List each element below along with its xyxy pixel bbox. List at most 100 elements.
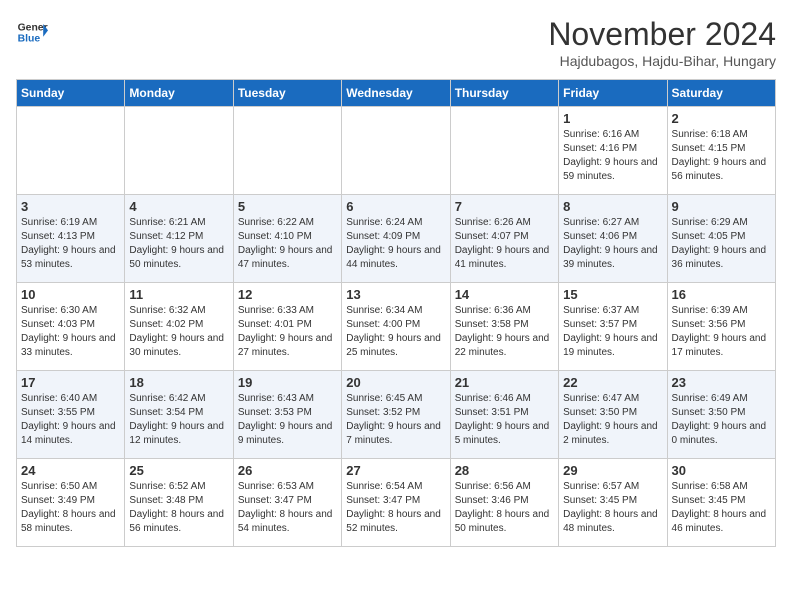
calendar-cell: 9 Sunrise: 6:29 AM Sunset: 4:05 PM Daylig… xyxy=(667,195,775,283)
calendar-cell: 12 Sunrise: 6:33 AM Sunset: 4:01 PM Dayli… xyxy=(233,283,341,371)
day-detail: Sunrise: 6:22 AM Sunset: 4:10 PM Dayligh… xyxy=(238,216,337,272)
day-number: 23 xyxy=(672,375,771,390)
calendar-cell: 1Sunrise: 6:16 AM Sunset: 4:16 PM Daylig… xyxy=(559,107,667,195)
calendar-cell: 6 Sunrise: 6:24 AM Sunset: 4:09 PM Daylig… xyxy=(342,195,450,283)
day-detail: Sunrise: 6:26 AM Sunset: 4:07 PM Dayligh… xyxy=(455,216,554,272)
calendar-week-4: 17 Sunrise: 6:40 AM Sunset: 3:55 PM Dayli… xyxy=(17,371,776,459)
calendar-cell: 29Sunrise: 6:57 AM Sunset: 3:45 PM Dayli… xyxy=(559,459,667,547)
weekday-header-sunday: Sunday xyxy=(17,80,125,107)
calendar-cell: 23 Sunrise: 6:49 AM Sunset: 3:50 PM Dayli… xyxy=(667,371,775,459)
weekday-header-saturday: Saturday xyxy=(667,80,775,107)
calendar-cell: 27 Sunrise: 6:54 AM Sunset: 3:47 PM Dayli… xyxy=(342,459,450,547)
weekday-header-row: SundayMondayTuesdayWednesdayThursdayFrid… xyxy=(17,80,776,107)
logo: General Blue xyxy=(16,16,48,48)
weekday-header-friday: Friday xyxy=(559,80,667,107)
day-number: 25 xyxy=(129,463,228,478)
day-detail: Sunrise: 6:16 AM Sunset: 4:16 PM Dayligh… xyxy=(563,128,662,184)
day-detail: Sunrise: 6:54 AM Sunset: 3:47 PM Dayligh… xyxy=(346,480,445,536)
day-detail: Sunrise: 6:57 AM Sunset: 3:45 PM Dayligh… xyxy=(563,480,662,536)
day-number: 7 xyxy=(455,199,554,214)
day-detail: Sunrise: 6:36 AM Sunset: 3:58 PM Dayligh… xyxy=(455,304,554,360)
calendar-cell xyxy=(342,107,450,195)
day-detail: Sunrise: 6:39 AM Sunset: 3:56 PM Dayligh… xyxy=(672,304,771,360)
calendar-cell: 24Sunrise: 6:50 AM Sunset: 3:49 PM Dayli… xyxy=(17,459,125,547)
day-detail: Sunrise: 6:40 AM Sunset: 3:55 PM Dayligh… xyxy=(21,392,120,448)
day-number: 6 xyxy=(346,199,445,214)
day-detail: Sunrise: 6:33 AM Sunset: 4:01 PM Dayligh… xyxy=(238,304,337,360)
day-number: 30 xyxy=(672,463,771,478)
calendar-cell: 21 Sunrise: 6:46 AM Sunset: 3:51 PM Dayli… xyxy=(450,371,558,459)
calendar-cell: 8Sunrise: 6:27 AM Sunset: 4:06 PM Daylig… xyxy=(559,195,667,283)
day-detail: Sunrise: 6:27 AM Sunset: 4:06 PM Dayligh… xyxy=(563,216,662,272)
calendar-cell: 13 Sunrise: 6:34 AM Sunset: 4:00 PM Dayli… xyxy=(342,283,450,371)
day-number: 21 xyxy=(455,375,554,390)
day-number: 2 xyxy=(672,111,771,126)
calendar-cell: 16Sunrise: 6:39 AM Sunset: 3:56 PM Dayli… xyxy=(667,283,775,371)
calendar-cell: 7 Sunrise: 6:26 AM Sunset: 4:07 PM Daylig… xyxy=(450,195,558,283)
calendar-cell: 25 Sunrise: 6:52 AM Sunset: 3:48 PM Dayli… xyxy=(125,459,233,547)
day-number: 27 xyxy=(346,463,445,478)
day-number: 9 xyxy=(672,199,771,214)
day-detail: Sunrise: 6:50 AM Sunset: 3:49 PM Dayligh… xyxy=(21,480,120,536)
day-number: 18 xyxy=(129,375,228,390)
day-number: 13 xyxy=(346,287,445,302)
calendar-cell xyxy=(233,107,341,195)
location-subtitle: Hajdubagos, Hajdu-Bihar, Hungary xyxy=(548,53,776,69)
day-detail: Sunrise: 6:18 AM Sunset: 4:15 PM Dayligh… xyxy=(672,128,771,184)
day-detail: Sunrise: 6:56 AM Sunset: 3:46 PM Dayligh… xyxy=(455,480,554,536)
calendar-cell: 2 Sunrise: 6:18 AM Sunset: 4:15 PM Daylig… xyxy=(667,107,775,195)
day-detail: Sunrise: 6:34 AM Sunset: 4:00 PM Dayligh… xyxy=(346,304,445,360)
day-detail: Sunrise: 6:42 AM Sunset: 3:54 PM Dayligh… xyxy=(129,392,228,448)
calendar-cell: 30 Sunrise: 6:58 AM Sunset: 3:45 PM Dayli… xyxy=(667,459,775,547)
calendar-cell: 11 Sunrise: 6:32 AM Sunset: 4:02 PM Dayli… xyxy=(125,283,233,371)
day-number: 12 xyxy=(238,287,337,302)
weekday-header-monday: Monday xyxy=(125,80,233,107)
day-number: 15 xyxy=(563,287,662,302)
day-number: 4 xyxy=(129,199,228,214)
day-detail: Sunrise: 6:37 AM Sunset: 3:57 PM Dayligh… xyxy=(563,304,662,360)
calendar-cell: 20 Sunrise: 6:45 AM Sunset: 3:52 PM Dayli… xyxy=(342,371,450,459)
day-detail: Sunrise: 6:29 AM Sunset: 4:05 PM Dayligh… xyxy=(672,216,771,272)
calendar-cell xyxy=(17,107,125,195)
day-number: 22 xyxy=(563,375,662,390)
day-number: 11 xyxy=(129,287,228,302)
day-detail: Sunrise: 6:24 AM Sunset: 4:09 PM Dayligh… xyxy=(346,216,445,272)
calendar-cell xyxy=(125,107,233,195)
day-detail: Sunrise: 6:53 AM Sunset: 3:47 PM Dayligh… xyxy=(238,480,337,536)
day-detail: Sunrise: 6:52 AM Sunset: 3:48 PM Dayligh… xyxy=(129,480,228,536)
day-detail: Sunrise: 6:32 AM Sunset: 4:02 PM Dayligh… xyxy=(129,304,228,360)
month-title: November 2024 xyxy=(548,16,776,53)
svg-text:Blue: Blue xyxy=(18,34,41,45)
day-detail: Sunrise: 6:47 AM Sunset: 3:50 PM Dayligh… xyxy=(563,392,662,448)
calendar-cell: 10 Sunrise: 6:30 AM Sunset: 4:03 PM Dayli… xyxy=(17,283,125,371)
day-detail: Sunrise: 6:49 AM Sunset: 3:50 PM Dayligh… xyxy=(672,392,771,448)
day-detail: Sunrise: 6:46 AM Sunset: 3:51 PM Dayligh… xyxy=(455,392,554,448)
day-detail: Sunrise: 6:43 AM Sunset: 3:53 PM Dayligh… xyxy=(238,392,337,448)
calendar-cell: 3Sunrise: 6:19 AM Sunset: 4:13 PM Daylig… xyxy=(17,195,125,283)
day-detail: Sunrise: 6:58 AM Sunset: 3:45 PM Dayligh… xyxy=(672,480,771,536)
calendar-cell: 22 Sunrise: 6:47 AM Sunset: 3:50 PM Dayli… xyxy=(559,371,667,459)
page-header: General Blue November 2024 Hajdubagos, H… xyxy=(16,16,776,69)
calendar-week-2: 3Sunrise: 6:19 AM Sunset: 4:13 PM Daylig… xyxy=(17,195,776,283)
day-detail: Sunrise: 6:30 AM Sunset: 4:03 PM Dayligh… xyxy=(21,304,120,360)
day-number: 28 xyxy=(455,463,554,478)
calendar-cell: 5Sunrise: 6:22 AM Sunset: 4:10 PM Daylig… xyxy=(233,195,341,283)
calendar-header: SundayMondayTuesdayWednesdayThursdayFrid… xyxy=(17,80,776,107)
day-detail: Sunrise: 6:45 AM Sunset: 3:52 PM Dayligh… xyxy=(346,392,445,448)
logo-icon: General Blue xyxy=(16,16,48,48)
day-detail: Sunrise: 6:19 AM Sunset: 4:13 PM Dayligh… xyxy=(21,216,120,272)
weekday-header-thursday: Thursday xyxy=(450,80,558,107)
weekday-header-tuesday: Tuesday xyxy=(233,80,341,107)
calendar-week-1: 1Sunrise: 6:16 AM Sunset: 4:16 PM Daylig… xyxy=(17,107,776,195)
calendar-cell: 17 Sunrise: 6:40 AM Sunset: 3:55 PM Dayli… xyxy=(17,371,125,459)
title-area: November 2024 Hajdubagos, Hajdu-Bihar, H… xyxy=(548,16,776,69)
day-number: 17 xyxy=(21,375,120,390)
day-number: 10 xyxy=(21,287,120,302)
day-number: 19 xyxy=(238,375,337,390)
calendar-body: 1Sunrise: 6:16 AM Sunset: 4:16 PM Daylig… xyxy=(17,107,776,547)
day-number: 20 xyxy=(346,375,445,390)
calendar-week-5: 24Sunrise: 6:50 AM Sunset: 3:49 PM Dayli… xyxy=(17,459,776,547)
day-number: 26 xyxy=(238,463,337,478)
weekday-header-wednesday: Wednesday xyxy=(342,80,450,107)
calendar-week-3: 10 Sunrise: 6:30 AM Sunset: 4:03 PM Dayli… xyxy=(17,283,776,371)
